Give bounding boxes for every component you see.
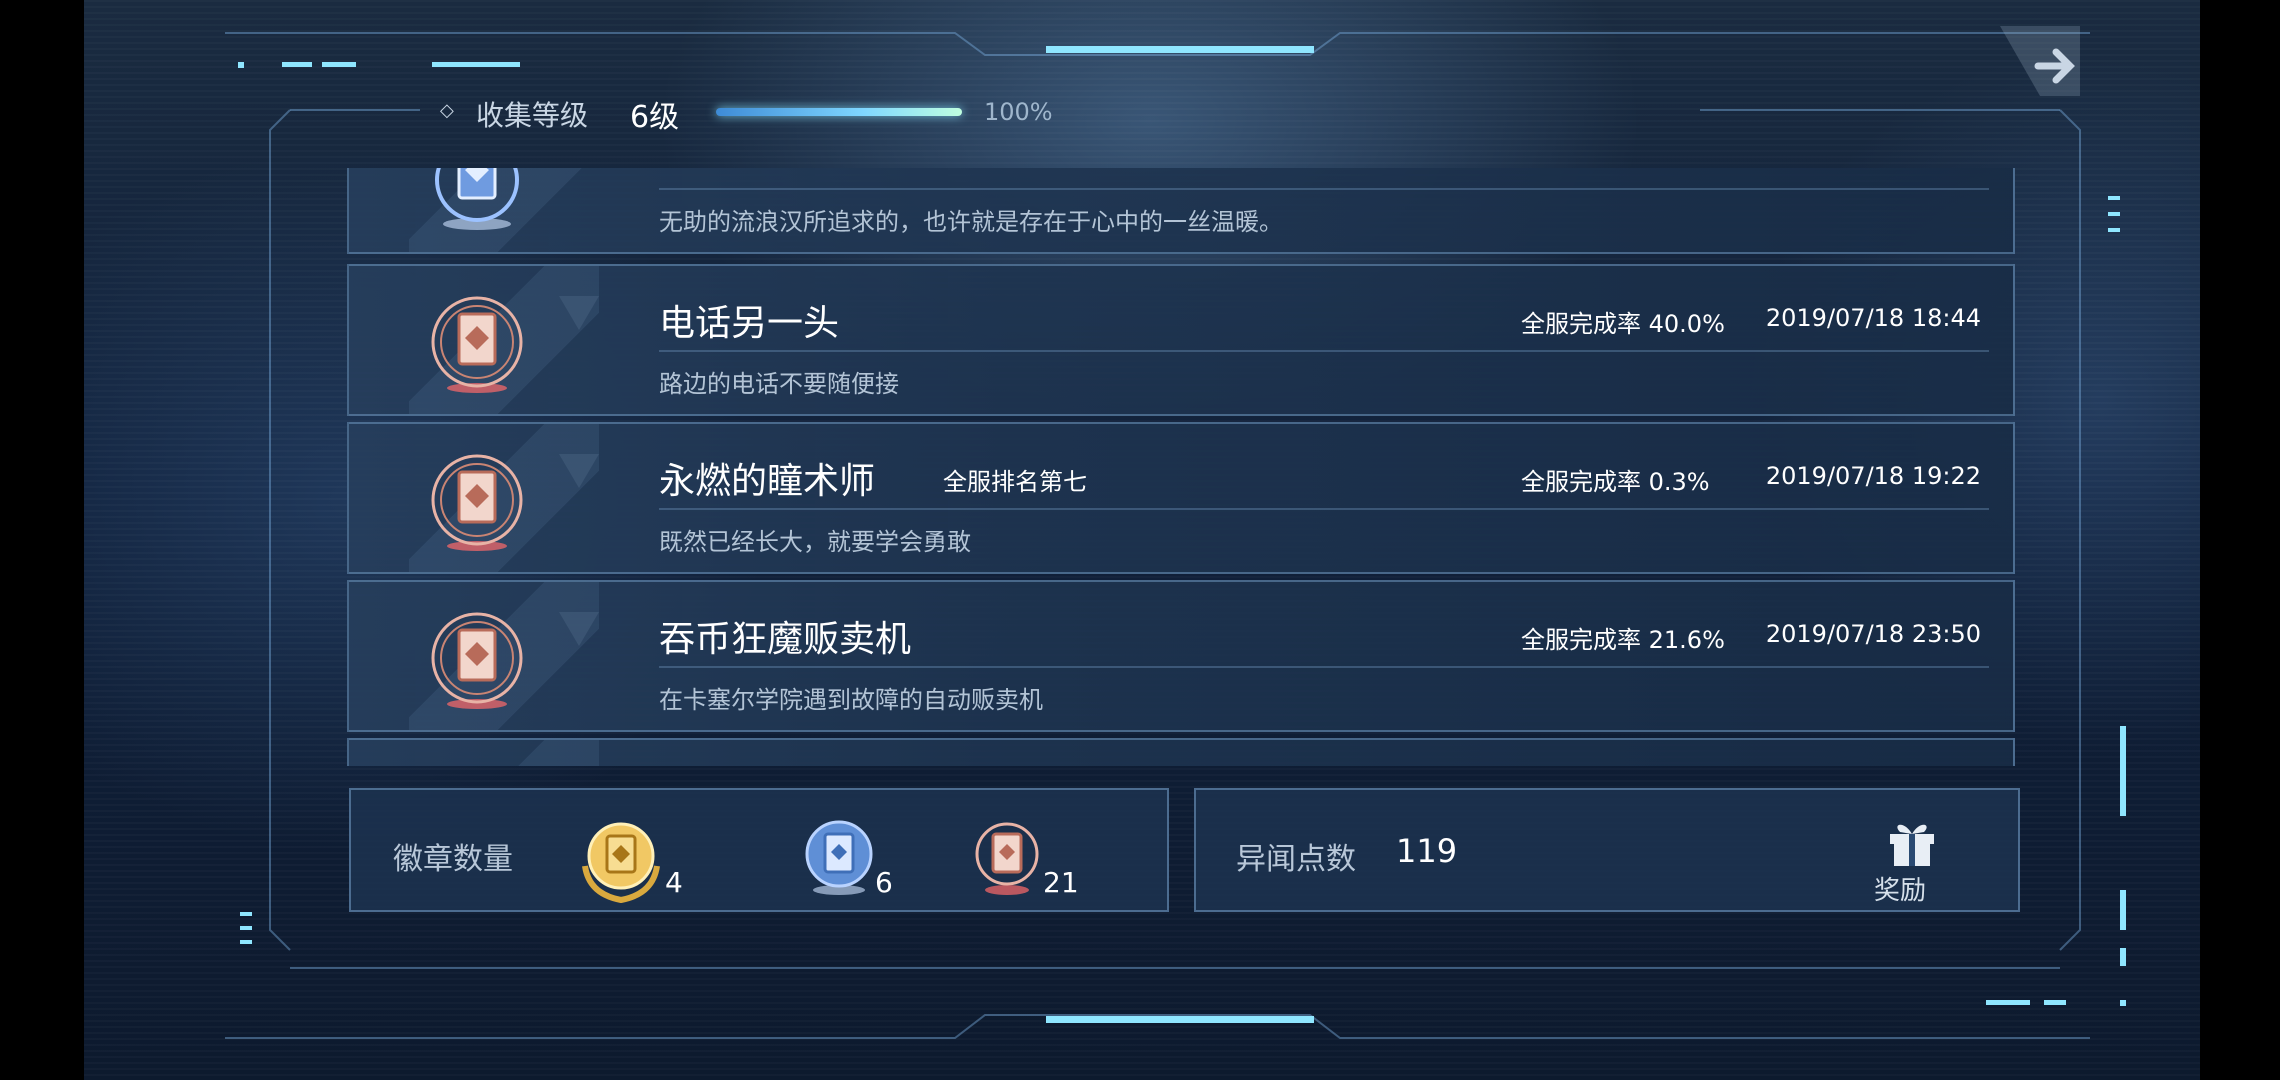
level-label: 收集等级	[476, 99, 589, 132]
letterbox-left	[0, 0, 84, 1080]
bronze-badge-icon	[431, 454, 523, 551]
reward-button[interactable]: 奖励	[1862, 816, 1962, 908]
row-divider	[659, 350, 1989, 352]
achievement-description: 路边的电话不要随便接	[659, 370, 899, 398]
points-value: 119	[1396, 832, 1458, 870]
row-decoration	[409, 740, 599, 766]
achievement-row[interactable]: 吞币狂魔贩卖机 全服完成率 21.6% 2019/07/18 23:50 在卡塞…	[347, 580, 2015, 732]
screen: ◇ 收集等级 6级 100% 无助的流浪汉所追求的，也许就是存在于心中的一丝温暖…	[0, 0, 2280, 1080]
level-percent: 100%	[984, 98, 1053, 126]
level-progress-fill	[716, 108, 962, 116]
achievement-title: 吞币狂魔贩卖机	[659, 619, 912, 660]
achievement-title: 电话另一头	[659, 303, 840, 344]
silver-badge-icon	[805, 820, 873, 895]
achievement-description: 无助的流浪汉所追求的，也许就是存在于心中的一丝温暖。	[659, 208, 1283, 236]
completion-rate: 全服完成率 40.0%	[1521, 310, 1725, 338]
row-divider	[659, 666, 1989, 668]
silver-badge-icon	[435, 168, 519, 230]
achievement-list[interactable]: 无助的流浪汉所追求的，也许就是存在于心中的一丝温暖。 电话另一头 全服完成率 4…	[347, 168, 2017, 766]
anecdote-points-panel: 异闻点数 119 奖励	[1194, 788, 2020, 912]
badge-count-panel: 徽章数量 4 6 21	[349, 788, 1169, 912]
achievement-description: 既然已经长大，就要学会勇敢	[659, 528, 971, 556]
bronze-badge-icon	[431, 296, 523, 393]
completion-rate: 全服完成率 0.3%	[1521, 468, 1710, 496]
achievement-row[interactable]: 无助的流浪汉所追求的，也许就是存在于心中的一丝温暖。	[347, 168, 2015, 254]
bronze-badge-icon	[975, 822, 1039, 895]
badge-count-label: 徽章数量	[393, 842, 513, 877]
achievement-description: 在卡塞尔学院遇到故障的自动贩卖机	[659, 686, 1043, 714]
reward-label: 奖励	[1874, 876, 1927, 906]
achievement-row[interactable]	[347, 738, 2015, 766]
points-label: 异闻点数	[1236, 842, 1356, 877]
row-triangle	[559, 612, 599, 646]
achievement-date: 2019/07/18 19:22	[1765, 462, 1981, 490]
gift-icon	[1890, 824, 1934, 866]
next-arrow-button[interactable]	[2000, 26, 2080, 106]
row-triangle	[559, 454, 599, 488]
diamond-icon: ◇	[440, 100, 454, 121]
row-divider	[659, 508, 1989, 510]
achievement-date: 2019/07/18 23:50	[1765, 620, 1981, 648]
collection-level: ◇ 收集等级 6级 100%	[440, 90, 1080, 135]
achievement-row[interactable]: 电话另一头 全服完成率 40.0% 2019/07/18 18:44 路边的电话…	[347, 264, 2015, 416]
arrow-right-icon	[2000, 26, 2080, 96]
silver-badge-count: 6	[875, 866, 893, 899]
completion-rate: 全服完成率 21.6%	[1521, 626, 1725, 654]
level-progress-bar	[716, 108, 962, 116]
bronze-badge-count: 21	[1043, 866, 1079, 899]
achievement-row[interactable]: 永燃的瞳术师 全服排名第七 全服完成率 0.3% 2019/07/18 19:2…	[347, 422, 2015, 574]
server-rank: 全服排名第七	[943, 468, 1087, 496]
bronze-badge-icon	[431, 612, 523, 709]
gold-badge-count: 4	[665, 866, 683, 899]
gold-badge-icon	[582, 822, 660, 904]
letterbox-right	[2200, 0, 2280, 1080]
row-divider	[659, 188, 1989, 190]
level-value: 6级	[630, 100, 680, 135]
achievement-date: 2019/07/18 18:44	[1765, 304, 1981, 332]
achievement-title: 永燃的瞳术师	[659, 461, 876, 502]
row-triangle	[559, 296, 599, 330]
